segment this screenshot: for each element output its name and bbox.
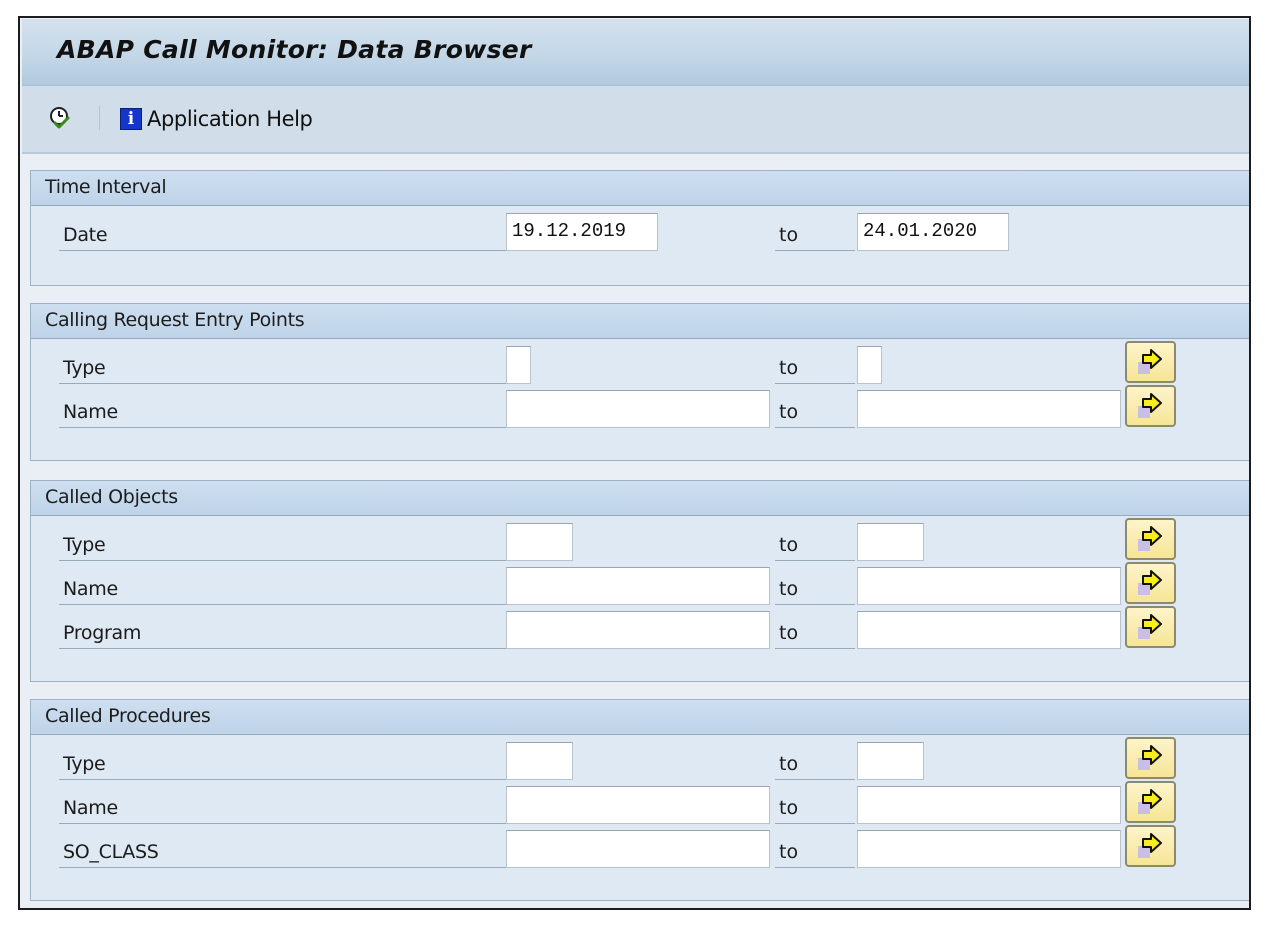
row-type: Type to — [31, 736, 1249, 780]
name-to-input[interactable] — [857, 390, 1121, 428]
program-from-input[interactable] — [506, 611, 770, 649]
date-to-input[interactable]: 24.01.2020 — [857, 213, 1009, 251]
multiple-selection-button[interactable] — [1125, 825, 1176, 867]
to-label: to — [775, 569, 855, 605]
to-label: to — [775, 832, 855, 868]
section-title: Time Interval — [31, 171, 1249, 206]
section-called-procedures: Called Procedures Type to Name to SO_CLA… — [30, 699, 1249, 901]
so-class-from-input[interactable] — [506, 830, 770, 868]
toolbar-separator — [99, 106, 100, 130]
window-title: ABAP Call Monitor: Data Browser — [57, 35, 532, 64]
to-label: to — [775, 525, 855, 561]
section-called-objects: Called Objects Type to Name to Program t… — [30, 480, 1249, 682]
field-label: Name — [59, 788, 507, 824]
row-name: Name to — [31, 780, 1249, 824]
row-name: Name to — [31, 561, 1249, 605]
field-label: Type — [59, 525, 507, 561]
name-from-input[interactable] — [506, 786, 770, 824]
program-to-input[interactable] — [857, 611, 1121, 649]
multiple-selection-button[interactable] — [1125, 518, 1176, 560]
section-title: Calling Request Entry Points — [31, 304, 1249, 339]
multiple-selection-button[interactable] — [1125, 341, 1176, 383]
multiple-selection-arrow-icon — [1138, 526, 1162, 551]
field-label: Program — [59, 613, 507, 649]
section-title: Called Objects — [31, 481, 1249, 516]
section-calling-request-entry-points: Calling Request Entry Points Type to Nam… — [30, 303, 1249, 461]
section-title: Called Procedures — [31, 700, 1249, 735]
multiple-selection-button[interactable] — [1125, 737, 1176, 779]
row-program: Program to — [31, 605, 1249, 649]
row-date: Date 19.12.2019 to 24.01.2020 — [31, 207, 1249, 251]
multiple-selection-button[interactable] — [1125, 781, 1176, 823]
type-from-input[interactable] — [506, 742, 573, 780]
sap-window: ABAP Call Monitor: Data Browser i Applic… — [18, 16, 1251, 910]
multiple-selection-arrow-icon — [1138, 614, 1162, 639]
type-from-input[interactable] — [506, 523, 573, 561]
multiple-selection-arrow-icon — [1138, 570, 1162, 595]
field-label: Name — [59, 392, 507, 428]
multiple-selection-arrow-icon — [1138, 393, 1162, 418]
title-bar: ABAP Call Monitor: Data Browser — [22, 19, 1249, 86]
type-to-input[interactable] — [857, 346, 882, 384]
to-label: to — [775, 348, 855, 384]
row-type: Type to — [31, 517, 1249, 561]
to-label: to — [775, 613, 855, 649]
so-class-to-input[interactable] — [857, 830, 1121, 868]
row-name: Name to — [31, 384, 1249, 428]
application-help-label: Application Help — [147, 107, 313, 131]
info-icon: i — [120, 108, 142, 130]
field-label: SO_CLASS — [59, 832, 507, 868]
execute-clock-check-icon[interactable] — [48, 106, 72, 130]
name-from-input[interactable] — [506, 567, 770, 605]
to-label: to — [775, 392, 855, 428]
type-from-input[interactable] — [506, 346, 531, 384]
name-from-input[interactable] — [506, 390, 770, 428]
multiple-selection-button[interactable] — [1125, 562, 1176, 604]
multiple-selection-arrow-icon — [1138, 789, 1162, 814]
date-from-input[interactable]: 19.12.2019 — [506, 213, 658, 251]
multiple-selection-button[interactable] — [1125, 385, 1176, 427]
application-help-button[interactable]: i Application Help — [120, 106, 313, 132]
section-time-interval: Time Interval Date 19.12.2019 to 24.01.2… — [30, 170, 1249, 286]
multiple-selection-arrow-icon — [1138, 745, 1162, 770]
application-toolbar: i Application Help — [22, 86, 1249, 154]
to-label: to — [775, 744, 855, 780]
row-type: Type to — [31, 340, 1249, 384]
name-to-input[interactable] — [857, 786, 1121, 824]
row-so-class: SO_CLASS to — [31, 824, 1249, 868]
multiple-selection-button[interactable] — [1125, 606, 1176, 648]
multiple-selection-arrow-icon — [1138, 833, 1162, 858]
field-label: Type — [59, 744, 507, 780]
field-label: Type — [59, 348, 507, 384]
to-label: to — [775, 788, 855, 824]
name-to-input[interactable] — [857, 567, 1121, 605]
field-label: Name — [59, 569, 507, 605]
multiple-selection-arrow-icon — [1138, 349, 1162, 374]
type-to-input[interactable] — [857, 742, 924, 780]
type-to-input[interactable] — [857, 523, 924, 561]
to-label: to — [775, 215, 855, 251]
field-label: Date — [59, 215, 507, 251]
